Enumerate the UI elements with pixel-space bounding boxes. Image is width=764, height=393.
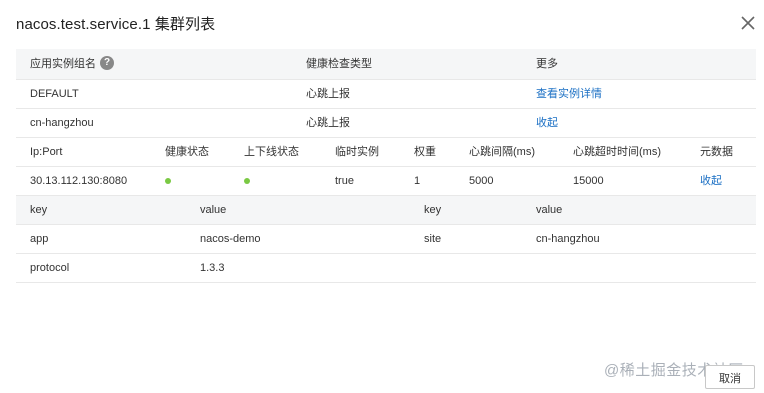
instance-ephemeral: true [335,175,354,187]
cluster-name: DEFAULT [30,88,79,100]
header-more: 更多 [536,58,558,70]
table-row: protocol 1.3.3 [16,254,756,283]
metadata-table-header: key value key value [16,196,756,225]
header-group-name: 应用实例组名? [30,49,114,79]
table-row: 30.13.112.130:8080 true 1 5000 15000 收起 [16,167,756,196]
header-value: value [536,204,563,216]
header-weight: 权重 [414,146,436,158]
healthy-status-dot [165,167,171,195]
cluster-table-header: 应用实例组名? 健康检查类型 更多 [16,49,756,80]
online-status-dot [244,167,250,195]
collapse-link[interactable]: 收起 [536,109,558,137]
table-row: cn-hangzhou 心跳上报 收起 [16,109,756,138]
header-ip-port: Ip:Port [30,146,63,158]
header-key: key [424,204,442,216]
cancel-button[interactable]: 取消 [705,365,755,389]
metadata-collapse-link[interactable]: 收起 [700,167,722,195]
question-icon[interactable]: ? [100,56,114,71]
header-heartbeat-interval: 心跳间隔(ms) [469,146,535,158]
check-type: 心跳上报 [306,88,350,100]
metadata-key: site [424,233,442,245]
table-row: app nacos-demo site cn-hangzhou [16,225,756,254]
instance-ip-port: 30.13.112.130:8080 [30,175,128,187]
metadata-value: nacos-demo [200,233,261,245]
metadata-key: app [30,233,49,245]
table-row: DEFAULT 心跳上报 查看实例详情 [16,80,756,109]
status-dot [165,178,171,185]
header-heartbeat-timeout: 心跳超时时间(ms) [573,146,661,158]
status-dot [244,178,250,185]
header-metadata: 元数据 [700,146,733,158]
header-key: key [30,204,48,216]
close-icon[interactable] [740,15,756,31]
cluster-table: 应用实例组名? 健康检查类型 更多 DEFAULT 心跳上报 查看实例详情 cn… [16,49,756,283]
check-type: 心跳上报 [306,117,350,129]
instance-table-header: Ip:Port 健康状态 上下线状态 临时实例 权重 心跳间隔(ms) 心跳超时… [16,138,756,167]
instance-weight: 1 [414,175,421,187]
view-instance-details-link[interactable]: 查看实例详情 [536,80,602,108]
instance-heartbeat-interval: 5000 [469,175,494,187]
header-healthy: 健康状态 [165,146,209,158]
header-ephemeral: 临时实例 [335,146,379,158]
cluster-name: cn-hangzhou [30,117,94,129]
instance-heartbeat-timeout: 15000 [573,175,604,187]
header-online: 上下线状态 [244,146,299,158]
dialog-title: nacos.test.service.1 集群列表 [16,16,216,33]
metadata-value: cn-hangzhou [536,233,600,245]
header-check-type: 健康检查类型 [306,58,372,70]
metadata-value: 1.3.3 [200,262,225,274]
cluster-list-dialog: nacos.test.service.1 集群列表 应用实例组名? 健康检查类型… [0,0,764,393]
header-value: value [200,204,227,216]
metadata-key: protocol [30,262,70,274]
